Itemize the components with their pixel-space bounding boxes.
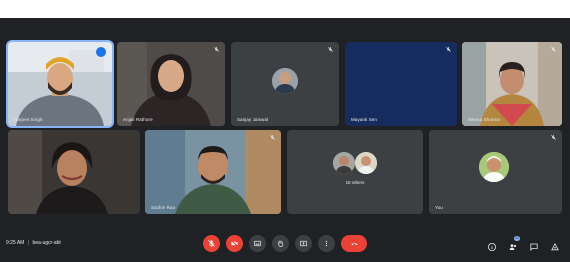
call-end-icon [350,242,358,246]
camera-toggle-button[interactable] [226,235,243,252]
others-count-label: 18 others [345,180,365,185]
captions-icon [253,240,262,247]
more-options-button[interactable] [318,235,335,252]
raise-hand-button[interactable] [272,235,289,252]
more-vert-icon [325,240,328,247]
people-count-badge: 22 [514,236,520,241]
activities-button[interactable] [550,239,560,251]
people-button[interactable]: 22 [508,236,520,250]
participant-name: Sachin Rao [151,205,176,210]
participant-tile-4[interactable]: Mayank Sen [345,42,457,126]
present-icon [299,240,308,247]
mic-muted-icon [269,134,276,141]
participant-name: Meena Sharma [468,117,500,122]
participant-tile-2[interactable]: Anjali Rathore [117,42,225,126]
info-icon [488,243,496,251]
leave-call-button[interactable] [341,235,367,252]
camera-off-icon [230,239,239,248]
captions-button[interactable] [249,235,266,252]
mic-toggle-button[interactable] [203,235,220,252]
mic-off-icon [208,240,215,247]
control-bar: 9:25 AM | bea-ugcr-abt 22 [0,222,570,262]
participant-name: Mayank Sen [351,117,378,122]
participant-video [8,130,140,214]
people-icon [509,244,517,250]
participant-tile-self[interactable]: You [429,130,562,214]
participant-tile-7[interactable]: Sachin Rao [145,130,281,214]
mic-muted-icon [445,46,452,53]
participant-avatar [479,152,509,182]
speaking-indicator-icon [96,47,106,57]
meeting-grid: Harjeet Singh Anjali Rathore Sanjay Jais… [0,18,570,262]
chat-icon [530,243,538,252]
mic-muted-icon [213,46,220,53]
hand-icon [278,240,284,248]
participant-avatar [355,152,377,174]
separator: | [27,240,30,246]
meeting-code: bea-ugcr-abt [32,240,61,246]
participant-tile-5[interactable]: Meena Sharma [462,42,562,126]
participant-tile-others[interactable]: 18 others [287,130,423,214]
mic-muted-icon [327,46,334,53]
participant-name: Sanjay Jaiswal [237,117,269,122]
participant-video [462,42,562,126]
participant-name: Anjali Rathore [123,117,153,122]
participant-avatar [272,68,298,94]
participant-name: You [435,205,443,210]
participant-video [117,42,225,126]
meeting-details: 9:25 AM | bea-ugcr-abt [6,240,61,246]
present-button[interactable] [295,235,312,252]
participant-tile-3[interactable]: Sanjay Jaiswal [231,42,339,126]
chat-button[interactable] [529,239,539,252]
participant-video [145,130,281,214]
activities-icon [551,242,559,251]
mic-muted-icon [550,134,557,141]
participant-tile-6[interactable] [8,130,140,214]
participant-name: Harjeet Singh [14,117,43,122]
mic-muted-icon [550,46,557,53]
participant-tile-1[interactable]: Harjeet Singh [6,40,114,128]
time-label: 9:25 AM [6,240,25,246]
top-strip [0,0,570,18]
meeting-info-button[interactable] [487,239,497,251]
participant-avatar [333,152,355,174]
